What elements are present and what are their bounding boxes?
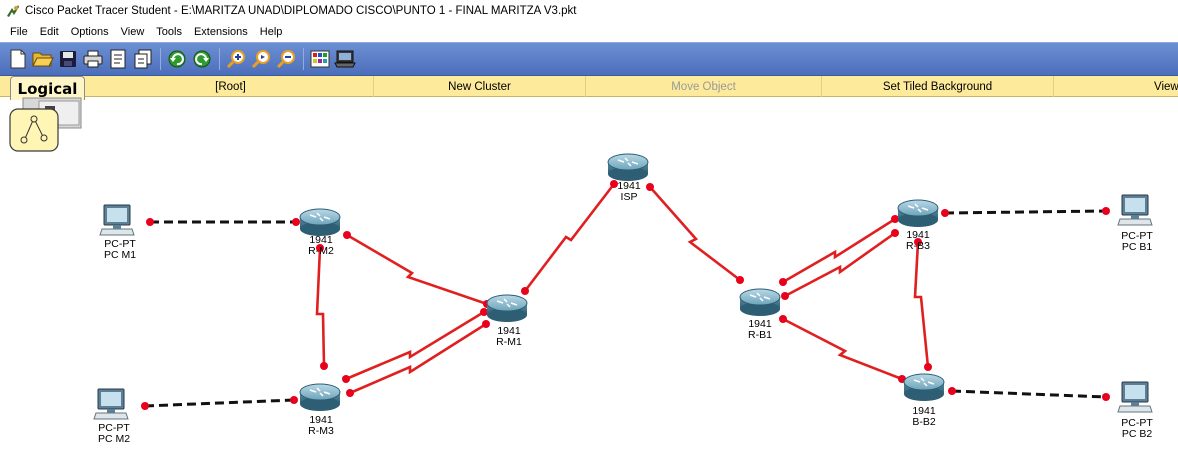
new-cluster-button[interactable]: New Cluster bbox=[374, 76, 586, 97]
menu-extensions[interactable]: Extensions bbox=[188, 26, 254, 38]
link-pcb1-rb3 bbox=[944, 209, 1107, 215]
pc-m2-label: PC-PT PC M2 bbox=[98, 423, 130, 445]
new-icon[interactable] bbox=[6, 48, 29, 71]
packet-tracer-app-icon bbox=[7, 5, 19, 17]
menu-help[interactable]: Help bbox=[254, 26, 289, 38]
router-r-b1 bbox=[739, 288, 781, 316]
link-pcm2-rm3 bbox=[144, 398, 295, 408]
print-icon[interactable] bbox=[81, 48, 104, 71]
device-name: ISP bbox=[620, 191, 638, 203]
window-title: Cisco Packet Tracer Student - E:\MARITZA… bbox=[25, 5, 577, 17]
link-pcb2-bb2 bbox=[951, 389, 1107, 399]
menu-file[interactable]: File bbox=[4, 26, 34, 38]
link-rb1-bb2 bbox=[782, 317, 903, 381]
r-b1-label: 1941 R-B1 bbox=[748, 319, 772, 341]
pc-m1-label: PC-PT PC M1 bbox=[104, 239, 136, 261]
root-button[interactable]: [Root] bbox=[88, 76, 374, 97]
r-m1-label: 1941 R-M1 bbox=[496, 326, 522, 348]
title-bar: Cisco Packet Tracer Student - E:\MARITZA… bbox=[0, 0, 1178, 22]
pc-m1-icon bbox=[99, 204, 135, 236]
move-object-button[interactable]: Move Object bbox=[586, 76, 822, 97]
link-rm2-rm3 bbox=[315, 247, 326, 367]
custom-device-icon[interactable] bbox=[333, 48, 356, 71]
open-icon[interactable] bbox=[31, 48, 54, 71]
pc-b1-icon bbox=[1117, 194, 1153, 226]
menu-options[interactable]: Options bbox=[65, 26, 115, 38]
device-name: R-B1 bbox=[748, 329, 772, 341]
toolbar-separator bbox=[219, 48, 220, 70]
device-name: R-M1 bbox=[496, 336, 522, 348]
router-r-b3 bbox=[897, 199, 939, 227]
pc-b2-label: PC-PT PC B2 bbox=[1121, 418, 1153, 440]
link-status-dots bbox=[141, 180, 1110, 410]
toolbar-separator bbox=[303, 48, 304, 70]
menu-view[interactable]: View bbox=[115, 26, 151, 38]
logical-cluster-badge[interactable] bbox=[9, 97, 83, 153]
link-rm2-rm1 bbox=[346, 233, 488, 306]
link-rm3-rm1-b bbox=[349, 322, 487, 395]
topology-links bbox=[93, 153, 1153, 420]
viewport-button[interactable]: Viewport bbox=[1054, 76, 1178, 97]
r-b3-label: 1941 R-B3 bbox=[906, 230, 930, 252]
pc-m2-icon bbox=[93, 388, 129, 420]
zoom-reset-icon[interactable] bbox=[249, 48, 272, 71]
save-icon[interactable] bbox=[56, 48, 79, 71]
router-isp bbox=[607, 153, 649, 181]
menu-tools[interactable]: Tools bbox=[150, 26, 188, 38]
device-name: R-B3 bbox=[906, 240, 930, 252]
device-name: R-M3 bbox=[308, 425, 334, 437]
main-toolbar bbox=[0, 42, 1178, 76]
toolbar-separator bbox=[160, 48, 161, 70]
link-rm1-isp bbox=[523, 183, 616, 292]
device-name: PC B1 bbox=[1121, 241, 1153, 253]
router-r-m3 bbox=[299, 383, 341, 411]
copper-links bbox=[144, 209, 1107, 408]
zoom-in-icon[interactable] bbox=[224, 48, 247, 71]
menu-bar: File Edit Options View Tools Extensions … bbox=[0, 22, 1178, 42]
set-tiled-background-button[interactable]: Set Tiled Background bbox=[822, 76, 1054, 97]
pc-b1-label: PC-PT PC B1 bbox=[1121, 231, 1153, 253]
pc-b2-icon bbox=[1117, 381, 1153, 413]
device-name: PC B2 bbox=[1121, 428, 1153, 440]
device-name: R-M2 bbox=[308, 245, 334, 257]
copy-icon[interactable] bbox=[131, 48, 154, 71]
device-name: B-B2 bbox=[912, 416, 936, 428]
device-name: PC M2 bbox=[97, 433, 131, 445]
r-m2-label: 1941 R-M2 bbox=[308, 235, 334, 257]
menu-edit[interactable]: Edit bbox=[34, 26, 65, 38]
link-isp-rb1 bbox=[649, 186, 741, 282]
activity-wizard-icon[interactable] bbox=[106, 48, 129, 71]
zoom-out-icon[interactable] bbox=[274, 48, 297, 71]
r-m3-label: 1941 R-M3 bbox=[308, 415, 334, 437]
link-rb1-rb3-b bbox=[784, 231, 896, 298]
b-b2-label: 1941 B-B2 bbox=[912, 406, 935, 428]
router-r-m2 bbox=[299, 208, 341, 236]
serial-links bbox=[315, 183, 930, 395]
device-name: PC M1 bbox=[103, 249, 137, 261]
palette-icon[interactable] bbox=[308, 48, 331, 71]
redo-icon[interactable] bbox=[190, 48, 213, 71]
router-b-b2 bbox=[903, 373, 945, 401]
router-r-m1 bbox=[486, 294, 528, 322]
link-rb3-bb2 bbox=[913, 241, 930, 368]
logical-canvas[interactable]: PC-PT PC M1 PC-PT PC M2 PC-PT PC B1 PC-P… bbox=[0, 97, 1178, 463]
isp-label: 1941 ISP bbox=[617, 181, 640, 203]
undo-icon[interactable] bbox=[165, 48, 188, 71]
